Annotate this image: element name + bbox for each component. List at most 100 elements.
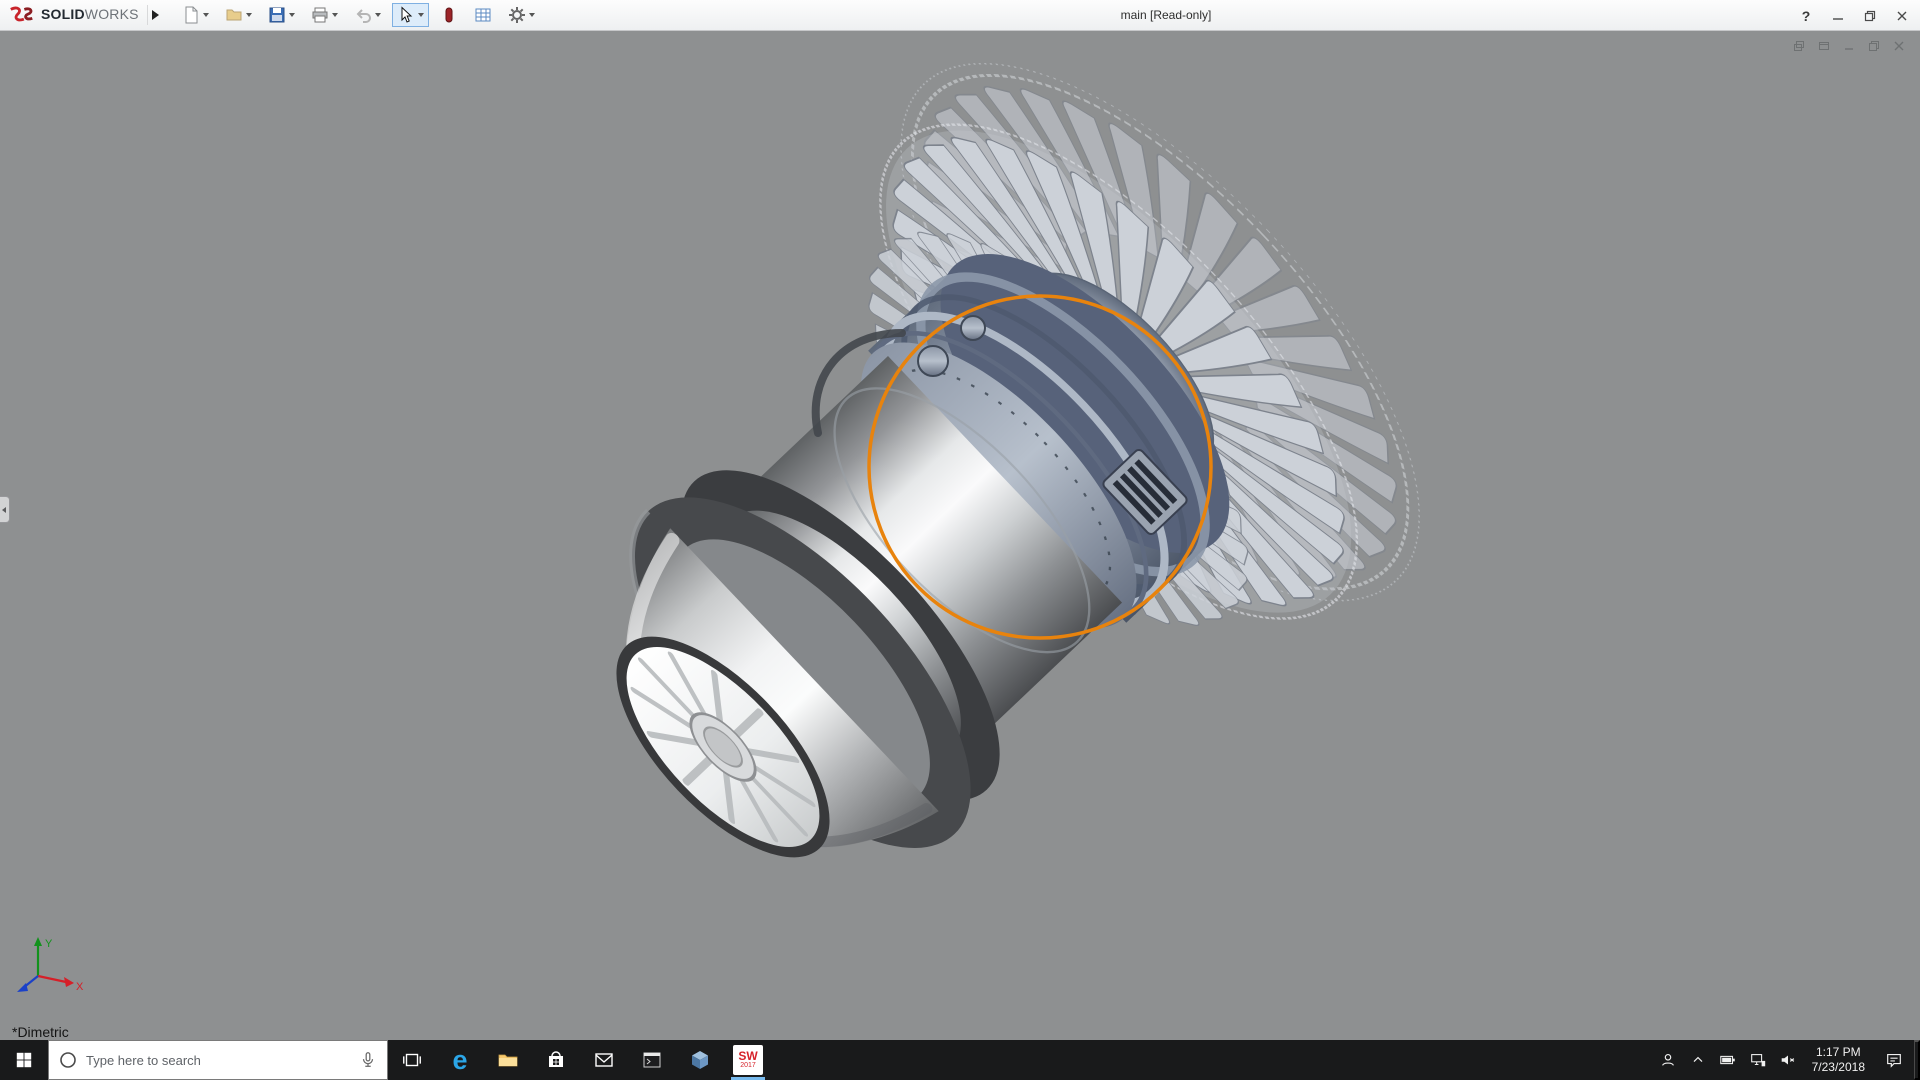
child-window-controls	[1792, 39, 1906, 53]
view-orientation-label: *Dimetric	[12, 1024, 69, 1040]
system-tray: 1:17 PM 7/23/2018	[1653, 1040, 1920, 1080]
restore-button[interactable]	[1862, 8, 1878, 24]
titlebar: SOLIDWORKS	[0, 0, 1920, 31]
new-dropdown-caret	[203, 13, 209, 17]
new-document-button[interactable]	[177, 3, 214, 27]
document-title: main [Read-only]	[1121, 8, 1212, 22]
people-button[interactable]	[1653, 1040, 1683, 1080]
undo-button[interactable]	[349, 3, 386, 27]
select-cursor-icon	[397, 6, 415, 24]
select-dropdown-caret	[418, 13, 424, 17]
hidden-icons-button[interactable]	[1683, 1040, 1713, 1080]
select-tool-button[interactable]	[392, 3, 429, 27]
clock-time: 1:17 PM	[1816, 1045, 1861, 1060]
solidworks-app-icon: SW 2017	[733, 1045, 763, 1075]
battery-icon	[1719, 1051, 1737, 1069]
mail-icon	[592, 1048, 616, 1072]
triad-x-label: X	[76, 981, 84, 993]
clock[interactable]: 1:17 PM 7/23/2018	[1803, 1040, 1874, 1080]
help-button[interactable]: ?	[1798, 8, 1814, 24]
volume-button[interactable]	[1773, 1040, 1803, 1080]
child-restore-button[interactable]	[1867, 39, 1881, 53]
design-table-button[interactable]	[469, 3, 497, 27]
new-document-icon	[182, 6, 200, 24]
design-table-icon	[474, 6, 492, 24]
save-dropdown-caret	[289, 13, 295, 17]
taskbar-app-file-explorer[interactable]	[484, 1040, 532, 1080]
dock-icon	[1818, 40, 1830, 52]
taskbar-app-solidworks-2017[interactable]: SW 2017	[724, 1040, 772, 1080]
taskbar-search-box[interactable]: Type here to search	[48, 1040, 388, 1080]
minimize-button[interactable]	[1830, 8, 1846, 24]
solidworks-brand: SOLIDWORKS	[0, 5, 147, 25]
windows-logo-icon	[15, 1051, 33, 1069]
minimize-icon	[1832, 10, 1844, 22]
jet-engine-3d-model[interactable]	[442, 31, 1503, 1039]
dassault-3ds-logo	[8, 5, 36, 25]
graphics-area[interactable]	[0, 31, 1920, 1040]
brand-text-solid: SOLID	[41, 6, 85, 22]
appearance-icon	[440, 6, 458, 24]
taskbar: Type here to search e	[0, 1040, 1920, 1080]
taskbar-app-edge[interactable]: e	[436, 1040, 484, 1080]
child-minimize-button[interactable]	[1842, 39, 1856, 53]
child-dock-button[interactable]	[1817, 39, 1831, 53]
options-dropdown-caret	[529, 13, 535, 17]
cortana-icon	[59, 1051, 77, 1069]
print-dropdown-caret	[332, 13, 338, 17]
feature-panel-collapse-tab[interactable]	[0, 496, 10, 523]
start-button[interactable]	[0, 1040, 48, 1080]
taskbar-app-mail[interactable]	[580, 1040, 628, 1080]
undo-icon	[354, 6, 372, 24]
microphone-icon[interactable]	[359, 1051, 377, 1069]
child-close-icon	[1893, 40, 1905, 52]
child-minimize-icon	[1843, 40, 1855, 52]
search-placeholder-text: Type here to search	[86, 1053, 350, 1068]
gear-icon	[508, 6, 526, 24]
child-cascade-button[interactable]	[1792, 39, 1806, 53]
cad-viewer-cube-icon	[688, 1048, 712, 1072]
show-desktop-button[interactable]	[1914, 1040, 1920, 1080]
print-button[interactable]	[306, 3, 343, 27]
taskbar-app-store[interactable]	[532, 1040, 580, 1080]
chevron-up-icon	[1690, 1052, 1706, 1068]
child-restore-icon	[1868, 40, 1880, 52]
brand-text-works: WORKS	[85, 6, 139, 22]
triad-y-label: Y	[45, 938, 53, 950]
orientation-triad[interactable]: Y X	[8, 934, 92, 1000]
print-icon	[311, 6, 329, 24]
store-icon	[544, 1048, 568, 1072]
edge-icon: e	[452, 1047, 467, 1074]
save-button[interactable]	[263, 3, 300, 27]
toolbar-expand-arrow[interactable]	[147, 5, 163, 25]
battery-button[interactable]	[1713, 1040, 1743, 1080]
collapse-arrow-icon	[2, 507, 6, 513]
appearance-button[interactable]	[435, 3, 463, 27]
options-button[interactable]	[503, 3, 540, 27]
volume-muted-icon	[1779, 1051, 1797, 1069]
cascade-icon	[1793, 40, 1805, 52]
clock-date: 7/23/2018	[1812, 1060, 1865, 1075]
command-prompt-icon	[640, 1048, 664, 1072]
open-button[interactable]	[220, 3, 257, 27]
action-center-icon	[1885, 1051, 1903, 1069]
window-controls: ?	[1798, 0, 1910, 31]
child-close-button[interactable]	[1892, 39, 1906, 53]
save-floppy-icon	[268, 6, 286, 24]
taskbar-app-cad-viewer[interactable]	[676, 1040, 724, 1080]
solidworks-icon-letters: SW	[738, 1051, 757, 1062]
close-button[interactable]	[1894, 8, 1910, 24]
file-explorer-icon	[496, 1048, 520, 1072]
network-button[interactable]	[1743, 1040, 1773, 1080]
solidworks-icon-year: 2017	[740, 1062, 756, 1070]
people-icon	[1659, 1051, 1677, 1069]
quick-access-toolbar	[177, 3, 540, 27]
flyout-arrow-icon	[152, 10, 159, 20]
network-icon	[1749, 1051, 1767, 1069]
action-center-button[interactable]	[1874, 1040, 1914, 1080]
open-folder-icon	[225, 6, 243, 24]
task-view-button[interactable]	[388, 1040, 436, 1080]
taskbar-app-command-prompt[interactable]	[628, 1040, 676, 1080]
undo-dropdown-caret	[375, 13, 381, 17]
open-dropdown-caret	[246, 13, 252, 17]
